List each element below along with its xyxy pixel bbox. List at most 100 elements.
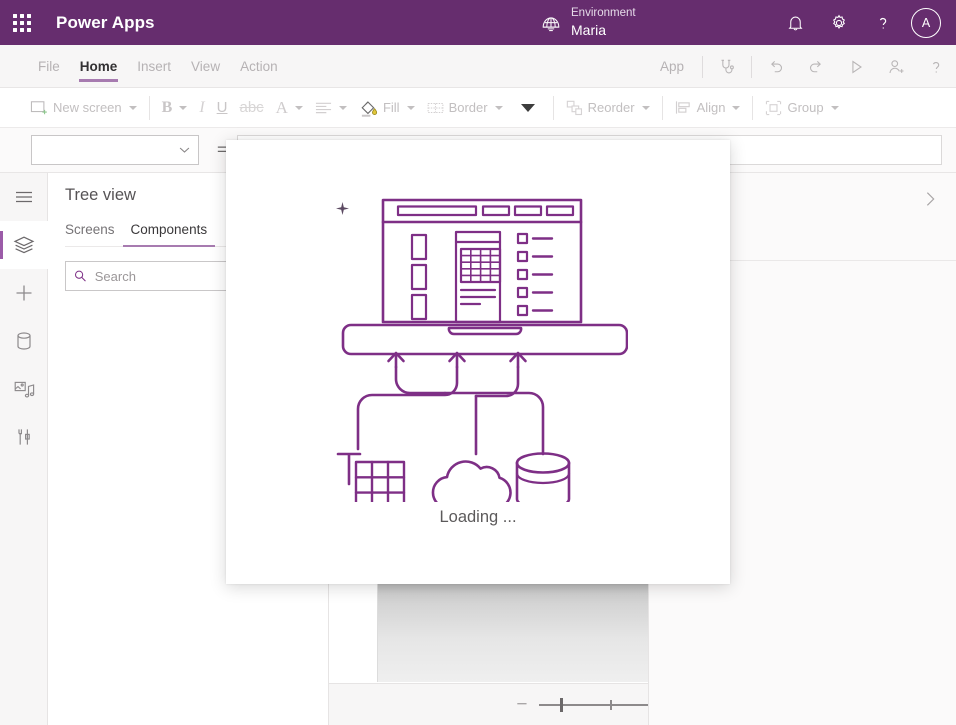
chevron-down-icon <box>338 105 347 110</box>
screen-preview[interactable] <box>377 559 686 682</box>
bold-label: B <box>161 98 173 116</box>
font-color-button[interactable]: A <box>270 93 309 123</box>
menu-item-action[interactable]: Action <box>230 45 288 88</box>
align-label: Align <box>696 100 726 115</box>
italic-button[interactable]: I <box>193 93 210 123</box>
app-checker-button[interactable] <box>707 45 747 88</box>
ribbon-group-screens: New screen <box>24 88 143 128</box>
group-button[interactable]: Group <box>759 93 844 123</box>
menu-item-file[interactable]: File <box>28 45 70 88</box>
undo-button[interactable] <box>756 45 796 88</box>
menu-divider-2 <box>751 55 752 78</box>
user-avatar[interactable]: A <box>911 7 941 38</box>
chevron-down-icon <box>830 105 839 110</box>
text-align-button[interactable] <box>309 93 353 123</box>
border-button[interactable]: Border <box>421 93 509 123</box>
left-rail <box>0 173 48 725</box>
rail-item-hamburger-menu[interactable] <box>0 173 48 221</box>
group-label: Group <box>787 100 824 115</box>
group-selection-icon <box>765 100 782 116</box>
illustration-lines <box>336 198 629 510</box>
ribbon-divider-4 <box>752 95 754 120</box>
border-dotted-icon <box>427 101 444 115</box>
chevron-down-icon <box>732 105 741 110</box>
fill-button[interactable]: Fill <box>353 93 421 123</box>
strikethrough-button[interactable]: abc <box>233 93 269 123</box>
waffle-menu-button[interactable] <box>0 0 44 45</box>
database-icon <box>17 332 31 350</box>
settings-button[interactable] <box>817 0 861 45</box>
app-brand-title: Power Apps <box>56 12 155 32</box>
rail-item-advanced-tools[interactable] <box>0 413 48 461</box>
reorder-label: Reorder <box>587 100 635 115</box>
undo-arrow-icon <box>771 60 783 72</box>
rail-item-media[interactable] <box>0 365 48 413</box>
menu-item-view[interactable]: View <box>181 45 230 88</box>
property-dropdown[interactable] <box>31 135 199 165</box>
screen-add-icon <box>30 100 48 116</box>
stethoscope-icon <box>721 59 734 73</box>
ribbon-toolbar: New screen B I U abc A Fill Border Reord… <box>0 88 956 128</box>
zoom-out-button[interactable]: − <box>509 695 535 714</box>
tools-icon <box>18 429 30 445</box>
environment-text: Environment Maria <box>571 7 636 37</box>
play-triangle-icon <box>852 59 862 74</box>
ribbon-group-text-format: B I U abc A Fill Border <box>156 88 547 128</box>
layers-icon <box>13 236 35 254</box>
italic-label: I <box>199 98 205 116</box>
border-label: Border <box>448 100 488 115</box>
rail-item-tree-view[interactable] <box>0 221 48 269</box>
loading-dialog: Loading ... <box>226 140 730 584</box>
environment-selector[interactable]: Environment Maria <box>540 0 636 45</box>
align-objects-icon <box>675 100 692 115</box>
menu-bar-actions: App <box>646 45 956 88</box>
redo-arrow-icon <box>809 60 821 72</box>
preview-app-button[interactable] <box>836 45 876 88</box>
strikethrough-label: abc <box>239 99 264 116</box>
chevron-down-icon <box>179 147 190 153</box>
reorder-button[interactable]: Reorder <box>560 93 656 123</box>
search-icon <box>74 270 86 282</box>
avatar-initial: A <box>921 15 931 30</box>
ribbon-expand-button[interactable] <box>509 93 547 123</box>
zoom-slider-handle[interactable] <box>559 697 563 712</box>
collapse-panel-button[interactable] <box>918 187 942 211</box>
tab-screens[interactable]: Screens <box>65 218 123 246</box>
plus-icon <box>16 285 32 301</box>
align-left-icon <box>315 101 332 115</box>
new-screen-label: New screen <box>53 100 122 115</box>
question-mark-icon <box>879 17 887 29</box>
share-app-button[interactable] <box>876 45 916 88</box>
menubar-help-button[interactable] <box>916 45 956 88</box>
chevron-down-icon <box>406 105 415 110</box>
underline-label: U <box>216 99 228 116</box>
font-color-label: A <box>275 97 288 117</box>
rail-item-data[interactable] <box>0 317 48 365</box>
environment-name: Maria <box>571 21 607 38</box>
chevron-down-icon <box>494 105 503 110</box>
app-menu-button[interactable]: App <box>646 59 698 74</box>
ribbon-divider-3 <box>661 95 663 120</box>
zoom-slider-midtick <box>609 699 612 710</box>
bold-button[interactable]: B <box>156 93 194 123</box>
notifications-button[interactable] <box>773 0 817 45</box>
rail-item-insert[interactable] <box>0 269 48 317</box>
reorder-squares-icon <box>566 100 583 116</box>
gear-icon <box>833 14 845 29</box>
new-screen-button[interactable]: New screen <box>24 93 143 123</box>
menu-item-insert[interactable]: Insert <box>127 45 181 88</box>
media-icon <box>14 381 34 398</box>
tab-components[interactable]: Components <box>122 218 216 247</box>
sparkle-icon <box>336 202 349 215</box>
chevron-down-icon <box>294 105 303 110</box>
help-button[interactable] <box>861 0 905 45</box>
redo-button[interactable] <box>796 45 836 88</box>
top-header-actions: A <box>773 0 950 45</box>
bell-icon <box>788 16 802 30</box>
hamburger-icon <box>16 191 32 203</box>
underline-button[interactable]: U <box>211 93 234 123</box>
environment-globe-icon <box>542 16 560 31</box>
loading-text: Loading ... <box>439 508 517 526</box>
menu-item-home[interactable]: Home <box>70 45 128 88</box>
align-objects-button[interactable]: Align <box>669 93 747 123</box>
